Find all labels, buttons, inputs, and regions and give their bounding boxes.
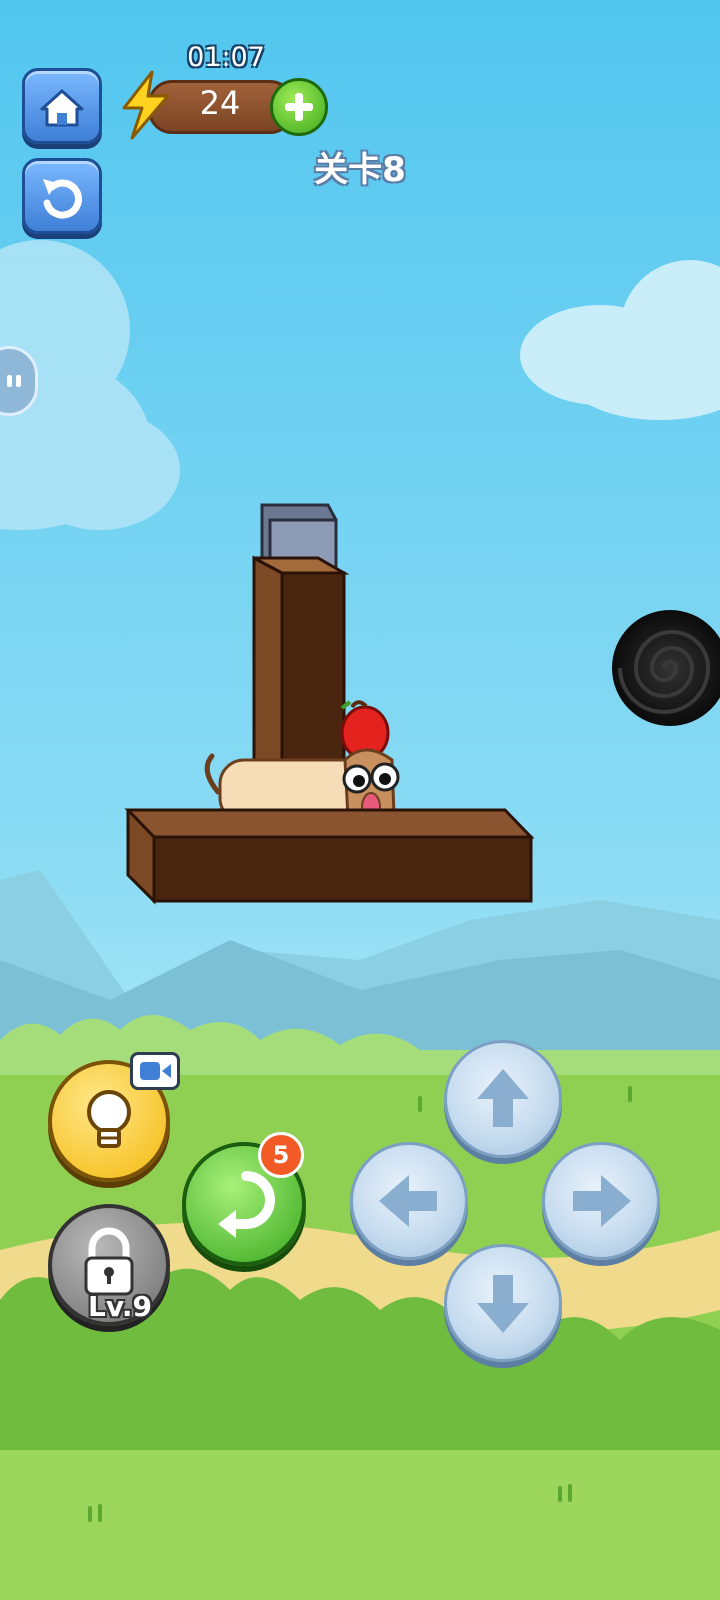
- game-background: [0, 0, 720, 1600]
- move-up-button[interactable]: [444, 1040, 562, 1158]
- restart-icon: [43, 179, 82, 219]
- add-energy-button[interactable]: [270, 78, 328, 136]
- timer-display: 01:07: [187, 42, 265, 73]
- home-icon: [40, 89, 84, 127]
- pause-icon: [7, 375, 21, 387]
- lightning-bolt-icon: [122, 70, 170, 140]
- level-label: 关卡8: [314, 150, 406, 190]
- lock-level-label: Lv.9: [88, 1290, 152, 1323]
- move-down-button[interactable]: [444, 1244, 562, 1362]
- undo-count-badge: 5: [258, 1132, 304, 1178]
- home-button[interactable]: [22, 68, 102, 144]
- energy-count: 24: [199, 84, 241, 122]
- video-camera-icon: [140, 1062, 171, 1080]
- side-menu-tab[interactable]: [0, 346, 38, 416]
- move-right-button[interactable]: [542, 1142, 660, 1260]
- plus-icon: [285, 93, 313, 121]
- wooden-plank-horizontal: [124, 808, 535, 905]
- wooden-plank-vertical: [252, 555, 350, 778]
- arrow-right-icon: [573, 1175, 631, 1227]
- arrow-left-icon: [379, 1175, 437, 1227]
- arrow-down-icon: [477, 1275, 529, 1333]
- video-ad-badge: [130, 1052, 180, 1090]
- restart-button[interactable]: [22, 158, 102, 234]
- arrow-up-icon: [477, 1069, 529, 1127]
- move-left-button[interactable]: [350, 1142, 468, 1260]
